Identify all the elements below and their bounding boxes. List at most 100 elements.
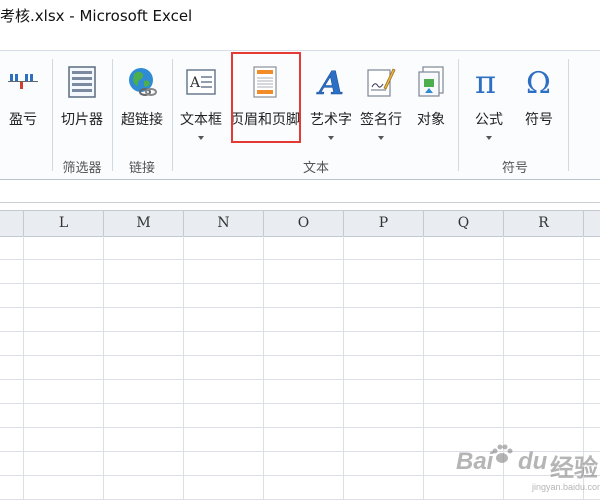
grid-cell[interactable]	[263, 260, 343, 284]
grid-cell[interactable]	[183, 308, 263, 332]
grid-cell[interactable]	[23, 428, 103, 452]
hyperlink-label: 超链接	[121, 112, 163, 128]
hyperlink-globe-icon	[125, 65, 159, 99]
signature-line-button[interactable]: 签名行	[358, 51, 404, 151]
grid-cell[interactable]	[263, 428, 343, 452]
grid-cell[interactable]	[583, 356, 600, 380]
grid-cell[interactable]	[343, 308, 423, 332]
grid-cell[interactable]	[23, 380, 103, 404]
grid-cell[interactable]	[343, 476, 423, 500]
equation-button[interactable]: π 公式	[466, 51, 512, 151]
grid-cell[interactable]	[343, 236, 423, 260]
grid-cell[interactable]	[183, 356, 263, 380]
grid-cell[interactable]	[503, 308, 583, 332]
object-button[interactable]: 对象	[408, 51, 454, 151]
win-loss-button[interactable]: 盈亏	[0, 51, 46, 151]
column-header-partial[interactable]	[0, 211, 23, 236]
wordart-button[interactable]: A 艺术字	[308, 51, 354, 151]
grid-cell[interactable]	[23, 452, 103, 476]
text-box-button[interactable]: A 文本框	[178, 51, 224, 151]
grid-cell[interactable]	[343, 428, 423, 452]
grid-cell[interactable]	[503, 284, 583, 308]
column-header-n[interactable]: N	[183, 211, 263, 236]
hyperlink-button[interactable]: 超链接	[116, 51, 168, 151]
column-header-o[interactable]: O	[263, 211, 343, 236]
grid-cell[interactable]	[103, 356, 183, 380]
grid-cell[interactable]	[183, 236, 263, 260]
grid-cell[interactable]	[23, 236, 103, 260]
grid-cell[interactable]	[103, 428, 183, 452]
column-header-l[interactable]: L	[23, 211, 103, 236]
grid-cell[interactable]	[23, 404, 103, 428]
formula-bar[interactable]	[0, 180, 600, 203]
grid-cell[interactable]	[263, 356, 343, 380]
grid-cell[interactable]	[263, 308, 343, 332]
column-header-p[interactable]: P	[343, 211, 423, 236]
grid-cell[interactable]	[183, 452, 263, 476]
grid-cell[interactable]	[263, 332, 343, 356]
grid-cell[interactable]	[263, 404, 343, 428]
grid-cell[interactable]	[103, 476, 183, 500]
grid-cell[interactable]	[343, 452, 423, 476]
grid-cell[interactable]	[343, 404, 423, 428]
grid-cell[interactable]	[263, 380, 343, 404]
column-header-m[interactable]: M	[103, 211, 183, 236]
grid-cell[interactable]	[263, 452, 343, 476]
grid-cell[interactable]	[183, 380, 263, 404]
grid-cell[interactable]	[23, 260, 103, 284]
grid-cell[interactable]	[183, 284, 263, 308]
grid-cell[interactable]	[263, 476, 343, 500]
grid-cell[interactable]	[23, 476, 103, 500]
grid-cell[interactable]	[423, 260, 503, 284]
grid-cell[interactable]	[583, 236, 600, 260]
grid-cell[interactable]	[503, 260, 583, 284]
slicer-button[interactable]: 切片器	[58, 51, 106, 151]
grid-cell[interactable]	[583, 332, 600, 356]
column-header-partial[interactable]	[583, 211, 600, 236]
grid-cell[interactable]	[343, 380, 423, 404]
grid-cell[interactable]	[343, 284, 423, 308]
grid-cell[interactable]	[503, 404, 583, 428]
grid-cell[interactable]	[503, 332, 583, 356]
grid-cell[interactable]	[103, 452, 183, 476]
column-header-r[interactable]: R	[503, 211, 583, 236]
grid-cell[interactable]	[103, 308, 183, 332]
grid-cell[interactable]	[343, 356, 423, 380]
grid-cell[interactable]	[583, 284, 600, 308]
grid-cell[interactable]	[23, 332, 103, 356]
grid-cell[interactable]	[343, 260, 423, 284]
grid-cell[interactable]	[103, 284, 183, 308]
grid-cell[interactable]	[103, 380, 183, 404]
grid-cell[interactable]	[263, 236, 343, 260]
grid-cell[interactable]	[183, 428, 263, 452]
grid-cell[interactable]	[23, 284, 103, 308]
grid-cell[interactable]	[503, 236, 583, 260]
column-header-q[interactable]: Q	[423, 211, 503, 236]
grid-cell[interactable]	[423, 284, 503, 308]
grid-cell[interactable]	[583, 260, 600, 284]
grid-cell[interactable]	[583, 308, 600, 332]
grid-cell[interactable]	[183, 476, 263, 500]
grid-cell[interactable]	[423, 380, 503, 404]
symbol-button[interactable]: Ω 符号	[516, 51, 562, 151]
grid-cell[interactable]	[583, 404, 600, 428]
grid-cell[interactable]	[103, 260, 183, 284]
grid-cell[interactable]	[423, 236, 503, 260]
grid-cell[interactable]	[23, 356, 103, 380]
grid-cell[interactable]	[583, 380, 600, 404]
grid-cell[interactable]	[423, 356, 503, 380]
grid-cell[interactable]	[423, 308, 503, 332]
grid-cell[interactable]	[103, 404, 183, 428]
grid-cell[interactable]	[183, 404, 263, 428]
grid-cell[interactable]	[183, 260, 263, 284]
grid-cell[interactable]	[503, 356, 583, 380]
grid-cell[interactable]	[503, 380, 583, 404]
grid-cell[interactable]	[423, 404, 503, 428]
grid-cell[interactable]	[23, 308, 103, 332]
grid-cell[interactable]	[423, 332, 503, 356]
grid-cell[interactable]	[263, 284, 343, 308]
grid-cell[interactable]	[183, 332, 263, 356]
grid-cell[interactable]	[103, 236, 183, 260]
grid-cell[interactable]	[343, 332, 423, 356]
grid-cell[interactable]	[103, 332, 183, 356]
